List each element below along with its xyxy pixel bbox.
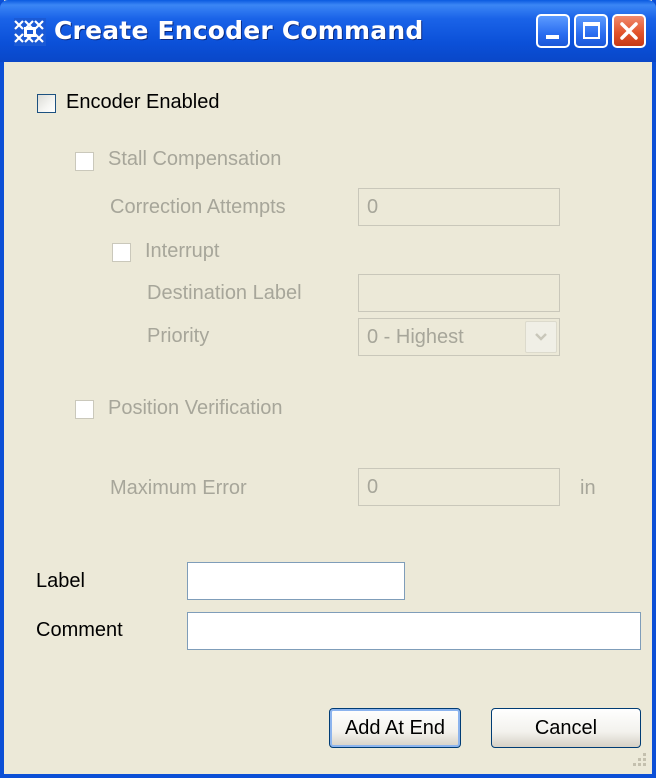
dialog-window: Create Encoder Command Encoder Enabled S… <box>0 0 656 778</box>
maximize-icon <box>583 22 600 39</box>
priority-select[interactable]: 0 - Highest <box>358 318 560 356</box>
priority-dropdown-button[interactable] <box>525 321 557 353</box>
maximum-error-label: Maximum Error <box>110 477 247 499</box>
window-title: Create Encoder Command <box>54 16 424 45</box>
stall-compensation-label[interactable]: Stall Compensation <box>108 148 281 171</box>
maximum-error-unit: in <box>580 477 596 499</box>
position-verification-checkbox[interactable] <box>75 400 94 419</box>
comment-field-label: Comment <box>36 619 123 641</box>
minimize-button[interactable] <box>536 14 570 48</box>
label-input[interactable] <box>187 562 405 600</box>
stall-compensation-checkbox[interactable] <box>75 152 94 171</box>
app-icon <box>14 18 46 46</box>
encoder-enabled-label[interactable]: Encoder Enabled <box>66 91 219 114</box>
maximum-error-input[interactable] <box>358 468 560 506</box>
maximize-button[interactable] <box>574 14 608 48</box>
correction-attempts-input[interactable] <box>358 188 560 226</box>
encoder-enabled-checkbox[interactable] <box>37 94 56 113</box>
chevron-down-icon <box>535 333 547 341</box>
close-button[interactable] <box>612 14 646 48</box>
destination-label-input[interactable] <box>358 274 560 312</box>
minimize-icon <box>546 35 559 39</box>
position-verification-label[interactable]: Position Verification <box>108 397 283 420</box>
title-bar[interactable]: Create Encoder Command <box>0 0 656 62</box>
priority-select-value: 0 - Highest <box>367 326 464 348</box>
close-icon <box>620 22 638 40</box>
destination-label-label: Destination Label <box>147 282 302 304</box>
add-at-end-button[interactable]: Add At End <box>329 708 461 748</box>
comment-input[interactable] <box>187 612 641 650</box>
resize-grip-icon[interactable] <box>628 750 648 770</box>
correction-attempts-label: Correction Attempts <box>110 196 286 218</box>
label-field-label: Label <box>36 570 85 592</box>
interrupt-checkbox[interactable] <box>112 243 131 262</box>
cancel-button[interactable]: Cancel <box>491 708 641 748</box>
interrupt-label[interactable]: Interrupt <box>145 240 219 263</box>
priority-label: Priority <box>147 325 210 347</box>
